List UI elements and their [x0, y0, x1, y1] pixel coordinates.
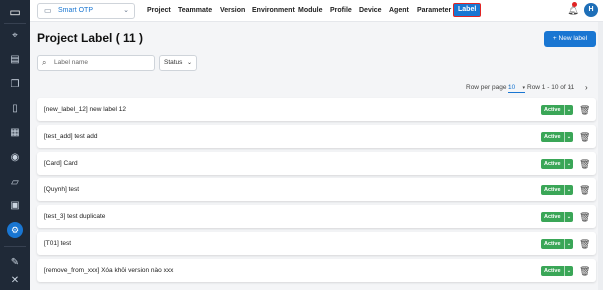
chevron-down-icon: ⌄: [564, 185, 573, 195]
sidebar-divider: [4, 23, 26, 24]
status-badge[interactable]: Active ⌄: [541, 159, 573, 169]
label-name: [new_label_12] new label 12: [44, 106, 127, 113]
status-badge[interactable]: Active ⌄: [541, 266, 573, 276]
nav-environment[interactable]: Environment: [252, 4, 295, 18]
play-circle-icon[interactable]: ◉: [7, 151, 23, 165]
rows-per-page-value: 10: [508, 84, 516, 91]
settings-icon[interactable]: ⚙: [7, 222, 23, 238]
tools-icon[interactable]: ✕: [7, 274, 23, 288]
scrollbar[interactable]: [598, 22, 603, 290]
trash-icon[interactable]: 🗑︎: [579, 265, 590, 277]
label-name: [Quynh] test: [44, 186, 80, 193]
label-name-search-input[interactable]: ⌕ Label name: [37, 55, 155, 71]
label-row[interactable]: [new_label_12] new label 12 Active ⌄ 🗑︎: [37, 98, 596, 121]
label-row[interactable]: [test_3] test duplicate Active ⌄ 🗑︎: [37, 205, 596, 228]
nav-project[interactable]: Project: [147, 4, 171, 18]
rows-per-page-label: Row per page :: [466, 84, 511, 91]
search-icon: ⌕: [42, 58, 47, 67]
chevron-down-icon: ⌄: [564, 105, 573, 115]
nav-profile[interactable]: Profile: [330, 4, 352, 18]
label-row[interactable]: [Quynh] test Active ⌄ 🗑︎: [37, 178, 596, 201]
next-page-icon[interactable]: ›: [585, 83, 588, 93]
page-title: Project Label ( 11 ): [37, 31, 144, 45]
label-name: [test_add] test add: [44, 133, 98, 140]
nav-teammate[interactable]: Teammate: [178, 4, 212, 18]
status-text: Active: [544, 241, 561, 247]
trash-icon[interactable]: 🗑︎: [579, 238, 590, 250]
status-badge[interactable]: Active ⌄: [541, 212, 573, 222]
trash-icon[interactable]: 🗑︎: [579, 104, 590, 116]
nav-parameter[interactable]: Parameter: [417, 4, 451, 18]
pin-icon[interactable]: ⌖: [7, 29, 23, 43]
label-name: [remove_from_xxx] Xóa khỏi version nào x…: [44, 267, 174, 274]
trash-icon[interactable]: 🗑︎: [579, 211, 590, 223]
sidebar-divider: [4, 246, 26, 247]
chevron-down-icon: ⌄: [564, 159, 573, 169]
search-placeholder: Label name: [54, 59, 88, 66]
avatar[interactable]: H: [584, 3, 598, 17]
project-select[interactable]: ▭ Smart OTP ⌄: [37, 3, 135, 19]
project-select-value: Smart OTP: [58, 7, 94, 14]
edit-icon[interactable]: ✎: [7, 256, 23, 270]
top-navigation-bar: ▭ Smart OTP ⌄ Project Teammate Version E…: [30, 0, 603, 22]
label-row[interactable]: [Card] Card Active ⌄ 🗑︎: [37, 152, 596, 175]
clipboard-icon[interactable]: ▤: [7, 53, 23, 67]
chevron-down-icon: ▾: [522, 85, 525, 91]
status-badge[interactable]: Active ⌄: [541, 105, 573, 115]
status-text: Active: [544, 107, 561, 113]
status-text: Active: [544, 161, 561, 167]
status-text: Active: [544, 214, 561, 220]
nav-agent[interactable]: Agent: [389, 4, 409, 18]
status-filter-value: Status: [164, 59, 183, 66]
label-name: [T01] test: [44, 240, 72, 247]
trash-icon[interactable]: 🗑︎: [579, 158, 590, 170]
label-row[interactable]: [remove_from_xxx] Xóa khỏi version nào x…: [37, 259, 596, 282]
label-row[interactable]: [test_add] test add Active ⌄ 🗑︎: [37, 125, 596, 148]
chevron-down-icon: ⌄: [564, 132, 573, 142]
status-text: Active: [544, 134, 561, 140]
sidebar: ▭ ⌖ ▤ ❐ ▯ ▦ ◉ ▱ ▣ ⚙ ✎ ✕: [0, 0, 30, 290]
nav-device[interactable]: Device: [359, 4, 382, 18]
plus-icon: +: [552, 35, 557, 42]
new-label-button-text: New label: [558, 35, 588, 42]
status-badge[interactable]: Active ⌄: [541, 132, 573, 142]
chevron-down-icon: ⌄: [186, 60, 192, 66]
status-text: Active: [544, 187, 561, 193]
trash-icon[interactable]: 🗑︎: [579, 184, 590, 196]
note-icon[interactable]: ▣: [7, 199, 23, 213]
label-name: [test_3] test duplicate: [44, 213, 106, 220]
folder-icon[interactable]: ▱: [7, 176, 23, 190]
grid-icon[interactable]: ▦: [7, 126, 23, 140]
book-icon[interactable]: ❐: [7, 78, 23, 92]
nav-version[interactable]: Version: [220, 4, 245, 18]
notification-badge: [572, 2, 577, 7]
status-badge[interactable]: Active ⌄: [541, 185, 573, 195]
document-icon[interactable]: ▯: [7, 102, 23, 116]
label-row[interactable]: [T01] test Active ⌄ 🗑︎: [37, 232, 596, 255]
logo-icon[interactable]: ▭: [7, 5, 23, 19]
chevron-down-icon: ⌄: [564, 239, 573, 249]
chevron-down-icon: ⌄: [564, 266, 573, 276]
chevron-down-icon: ⌄: [123, 7, 129, 14]
nav-label[interactable]: Label: [453, 3, 482, 17]
pagination-range: Row 1 - 10 of 11: [527, 84, 575, 91]
monitor-icon: ▭: [44, 6, 52, 15]
status-badge[interactable]: Active ⌄: [541, 239, 573, 249]
rows-per-page-select[interactable]: 10 ▾: [508, 83, 525, 93]
nav-module[interactable]: Module: [298, 4, 323, 18]
chevron-down-icon: ⌄: [564, 212, 573, 222]
new-label-button[interactable]: + New label: [544, 31, 596, 47]
trash-icon[interactable]: 🗑︎: [579, 131, 590, 143]
label-name: [Card] Card: [44, 160, 78, 167]
status-filter-select[interactable]: Status ⌄: [159, 55, 197, 71]
prev-page-icon[interactable]: ‹: [569, 83, 572, 93]
status-text: Active: [544, 268, 561, 274]
